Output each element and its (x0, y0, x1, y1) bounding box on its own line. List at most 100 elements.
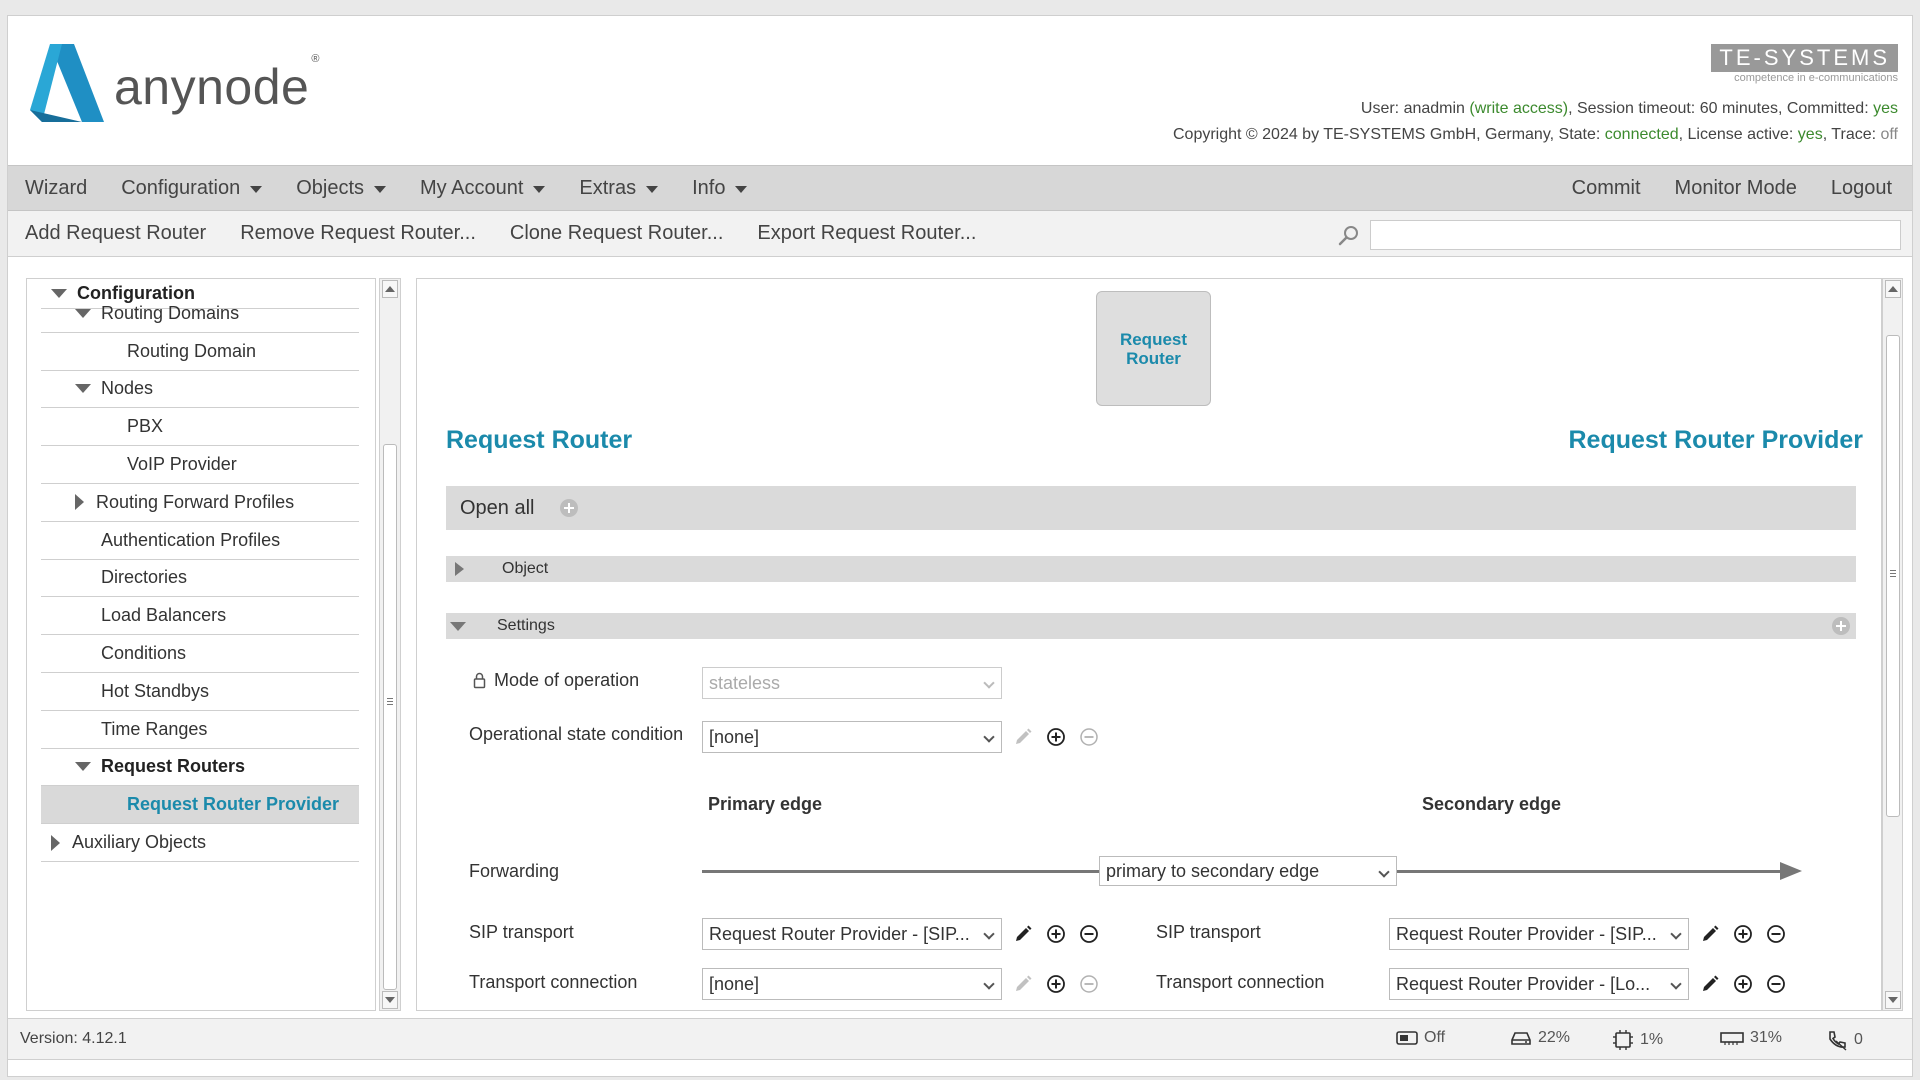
menu-info[interactable]: Info (675, 177, 764, 200)
remove-primary-transport-connection-icon[interactable] (1078, 973, 1100, 995)
menu-objects-label: Objects (296, 176, 365, 199)
logout-button[interactable]: Logout (1814, 177, 1912, 200)
primary-transport-connection-select[interactable]: [none] (702, 968, 1002, 1000)
request-router-node[interactable]: Request Router (1096, 291, 1211, 406)
brand-name: TE-SYSTEMS (1711, 44, 1898, 72)
sidebar-item-auxiliary-objects[interactable]: Auxiliary Objects (41, 824, 359, 862)
sidebar-item-label: Request Router Provider (127, 794, 340, 815)
edit-primary-sip-transport-icon[interactable] (1012, 923, 1034, 945)
version-label: Version: (20, 1030, 78, 1047)
caret-down-icon (735, 185, 748, 193)
menu-extras[interactable]: Extras (562, 177, 675, 200)
expand-down-icon[interactable] (75, 308, 91, 318)
menu-my-account[interactable]: My Account (403, 177, 562, 200)
version-value: 4.12.1 (82, 1030, 127, 1047)
sidebar-item-voip-provider[interactable]: VoIP Provider (41, 446, 359, 484)
commit-button[interactable]: Commit (1555, 177, 1658, 200)
sidebar-item-routing-domain[interactable]: Routing Domain (41, 333, 359, 371)
forwarding-direction-select[interactable]: primary to secondary edge (1099, 856, 1397, 886)
add-primary-transport-connection-icon[interactable] (1045, 973, 1067, 995)
lock-icon (473, 672, 486, 689)
search-input[interactable] (1370, 220, 1901, 250)
access-level: (write access) (1469, 100, 1569, 117)
remove-secondary-transport-connection-icon[interactable] (1765, 973, 1787, 995)
collapse-down-icon (450, 621, 466, 631)
scroll-down-arrow-icon[interactable] (1885, 991, 1901, 1009)
sidebar-item-routing-domains[interactable]: Routing Domains (41, 295, 359, 333)
cpu-usage-value: 1% (1640, 1031, 1664, 1048)
add-secondary-sip-transport-icon[interactable] (1732, 923, 1754, 945)
detail-scroll-thumb[interactable] (1886, 335, 1900, 817)
active-calls-value: 0 (1854, 1031, 1863, 1048)
primary-sip-transport-value: Request Router Provider - [SIP... (709, 923, 970, 944)
clone-request-router-button[interactable]: Clone Request Router... (493, 222, 740, 245)
secondary-transport-connection-value: Request Router Provider - [Lo... (1396, 973, 1651, 994)
sidebar-item-hot-standbys[interactable]: Hot Standbys (41, 673, 359, 711)
detail-scrollbar[interactable] (1882, 278, 1903, 1011)
sidebar-item-nodes[interactable]: Nodes (41, 371, 359, 409)
sidebar-item-load-balancers[interactable]: Load Balancers (41, 597, 359, 636)
sidebar-item-pbx[interactable]: PBX (41, 408, 359, 447)
add-setting-icon[interactable] (1832, 617, 1850, 635)
sidebar-item-request-router-provider[interactable]: Request Router Provider (41, 786, 359, 825)
sidebar-item-conditions[interactable]: Conditions (41, 635, 359, 673)
expand-down-icon[interactable] (75, 384, 91, 394)
cpu-usage: 1% (1612, 1029, 1663, 1051)
secondary-edge-label: Secondary edge (1422, 794, 1562, 814)
open-all-bar[interactable]: Open all (446, 486, 1856, 530)
scroll-down-arrow-icon[interactable] (382, 991, 398, 1009)
expand-right-icon[interactable] (75, 494, 84, 511)
edit-secondary-transport-connection-icon[interactable] (1699, 973, 1721, 995)
user-label: User: (1360, 100, 1404, 117)
disk-usage: 22% (1510, 1029, 1570, 1047)
add-request-router-button[interactable]: Add Request Router (8, 222, 223, 245)
remove-operational-state-icon[interactable] (1078, 726, 1100, 748)
expand-right-icon[interactable] (51, 834, 60, 851)
menu-extras-label: Extras (579, 176, 637, 199)
sidebar-item-label: Auxiliary Objects (72, 832, 207, 853)
edit-primary-transport-connection-icon[interactable] (1012, 973, 1034, 995)
scroll-up-arrow-icon[interactable] (1885, 280, 1901, 298)
scroll-up-arrow-icon[interactable] (382, 280, 398, 298)
sidebar-item-directories[interactable]: Directories (41, 560, 359, 598)
secondary-transport-connection-select[interactable]: Request Router Provider - [Lo... (1389, 968, 1689, 1000)
menu-objects[interactable]: Objects (279, 177, 403, 200)
primary-sip-transport-select[interactable]: Request Router Provider - [SIP... (702, 918, 1002, 950)
sidebar-item-time-ranges[interactable]: Time Ranges (41, 711, 359, 749)
copyright-text: Copyright © 2024 by TE-SYSTEMS GmbH, Ger… (1172, 126, 1605, 143)
license-label: , License active: (1678, 126, 1798, 143)
sidebar-item-routing-forward-profiles[interactable]: Routing Forward Profiles (41, 484, 359, 522)
disk-icon (1511, 1032, 1531, 1045)
sidebar-scrollbar[interactable] (379, 278, 401, 1011)
section-object[interactable]: Object (446, 556, 1856, 582)
expand-all-icon[interactable] (559, 499, 578, 517)
anynode-logo-icon (30, 44, 104, 122)
remove-primary-sip-transport-icon[interactable] (1078, 923, 1100, 945)
sidebar-item-label: Directories (101, 567, 188, 588)
secondary-sip-transport-select[interactable]: Request Router Provider - [SIP... (1389, 918, 1689, 950)
operational-state-value: [none] (709, 726, 760, 747)
sidebar-item-request-routers[interactable]: Request Routers (41, 749, 359, 787)
mode-of-operation-label: Mode of operation (494, 670, 640, 690)
add-secondary-transport-connection-icon[interactable] (1732, 973, 1754, 995)
sidebar-item-authentication-profiles[interactable]: Authentication Profiles (41, 522, 359, 560)
menu-configuration[interactable]: Configuration (104, 177, 279, 200)
monitor-mode-button[interactable]: Monitor Mode (1658, 177, 1814, 200)
operational-state-select[interactable]: [none] (702, 721, 1002, 753)
export-request-router-button[interactable]: Export Request Router... (740, 222, 993, 245)
page-title: Request Router (446, 426, 633, 454)
section-settings[interactable]: Settings (446, 613, 1856, 639)
edit-secondary-sip-transport-icon[interactable] (1699, 923, 1721, 945)
remove-request-router-button[interactable]: Remove Request Router... (223, 222, 493, 245)
expand-down-icon[interactable] (75, 762, 91, 772)
add-operational-state-icon[interactable] (1045, 726, 1067, 748)
menu-wizard[interactable]: Wizard (8, 177, 104, 200)
remove-secondary-sip-transport-icon[interactable] (1765, 923, 1787, 945)
operational-state-label: Operational state condition (469, 724, 684, 744)
sidebar-scroll-thumb[interactable] (383, 444, 397, 990)
toggle-icon (1396, 1031, 1418, 1045)
menu-wizard-label: Wizard (25, 176, 88, 199)
add-primary-sip-transport-icon[interactable] (1045, 923, 1067, 945)
edit-operational-state-icon[interactable] (1012, 726, 1034, 748)
license-value: yes (1797, 126, 1823, 143)
